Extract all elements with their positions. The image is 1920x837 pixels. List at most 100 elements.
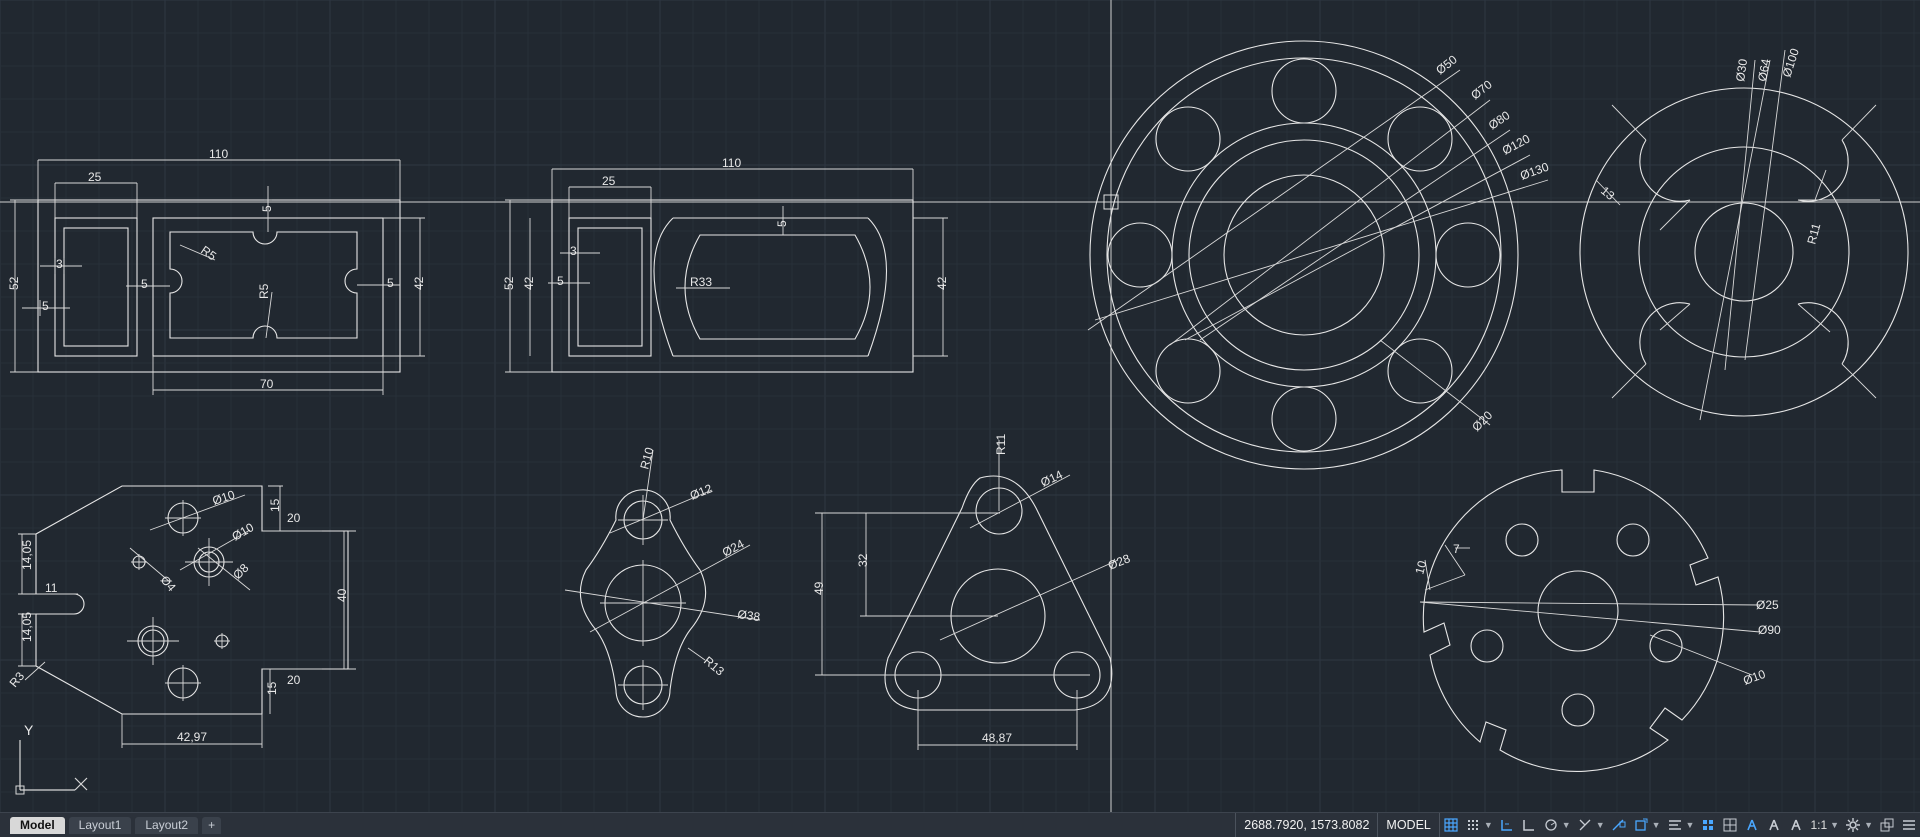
annotation-scale-icon[interactable] — [1764, 816, 1784, 834]
polar-icon[interactable] — [1541, 816, 1561, 834]
dim-label: Ø50 — [1433, 52, 1460, 77]
part-triangle-plate: R11 Ø14 32 49 Ø28 48,87 — [812, 434, 1132, 750]
part-notched-disc: Ø30 Ø64 Ø100 13 R11 — [1579, 46, 1909, 421]
dim-label: R13 — [701, 654, 727, 679]
dim-label: Ø120 — [1500, 131, 1533, 157]
dim-label: R11 — [994, 434, 1008, 455]
snap-icon[interactable] — [1463, 816, 1483, 834]
dim-label: 3 — [56, 257, 63, 271]
isodraft-icon[interactable] — [1575, 816, 1595, 834]
dim-label: Ø90 — [1758, 623, 1781, 637]
tab-layout2[interactable]: Layout2 — [135, 816, 199, 834]
dim-label: 5 — [42, 299, 49, 313]
coordinate-readout[interactable]: 2688.7920, 1573.8082 — [1235, 813, 1377, 837]
dim-label: 20 — [287, 673, 301, 687]
dim-label: R5 — [198, 243, 219, 263]
dim-label: 70 — [260, 377, 274, 391]
workspace-gear-icon[interactable] — [1843, 816, 1863, 834]
dim-label: Ø4 — [158, 573, 179, 595]
dim-label: 11 — [45, 581, 58, 595]
drawing-canvas[interactable]: 110 25 52 5 3 5 R5 5 R5 5 42 70 110 25 5… — [0, 0, 1920, 812]
dim-label: Ø10 — [230, 520, 257, 544]
isolate-icon[interactable] — [1877, 816, 1897, 834]
dim-label: Ø24 — [720, 536, 747, 559]
dim-label: R5 — [257, 283, 271, 299]
dim-label: 52 — [502, 276, 516, 290]
workspace-menu-caret[interactable]: ▼ — [1864, 820, 1873, 830]
dim-label: R33 — [690, 275, 712, 289]
dim-label: 25 — [88, 170, 102, 184]
dim-label: 7 — [1453, 542, 1460, 556]
annotation-visibility-icon[interactable] — [1720, 816, 1740, 834]
dim-label: 5 — [775, 220, 789, 227]
isodraft-menu-caret[interactable]: ▼ — [1596, 820, 1605, 830]
dim-label: 20 — [287, 511, 301, 525]
dim-label: R3 — [7, 669, 28, 690]
dim-label: Ø10 — [1741, 667, 1767, 688]
customize-menu-icon[interactable] — [1899, 816, 1919, 834]
dim-label: Ø80 — [1486, 108, 1513, 132]
snap-menu-caret[interactable]: ▼ — [1484, 820, 1493, 830]
dim-label: 13 — [1598, 184, 1617, 204]
dim-label: 15 — [265, 681, 279, 695]
transparency-icon[interactable] — [1665, 816, 1685, 834]
dim-label: Ø25 — [1756, 598, 1779, 612]
dim-label: 14,05 — [20, 612, 34, 642]
dim-label: R10 — [637, 446, 656, 471]
selection-cycling-icon[interactable] — [1698, 816, 1718, 834]
status-bar: Model Layout1 Layout2 + 2688.7920, 1573.… — [0, 812, 1920, 837]
dim-label: 52 — [7, 276, 21, 290]
dim-label: 5 — [387, 276, 394, 290]
ortho-icon[interactable] — [1519, 816, 1539, 834]
dim-label: 5 — [260, 205, 274, 212]
dim-label: 48,87 — [982, 731, 1012, 745]
polar-menu-caret[interactable]: ▼ — [1562, 820, 1571, 830]
dim-label: 15 — [268, 498, 282, 512]
dim-label: Ø30 — [1733, 58, 1750, 83]
lineweight-menu-caret[interactable]: ▼ — [1652, 820, 1661, 830]
grid-icon[interactable] — [1441, 816, 1461, 834]
dim-label: 110 — [209, 147, 228, 161]
dim-label: 14,05 — [20, 540, 34, 570]
model-space-button[interactable]: MODEL — [1377, 813, 1440, 837]
annotation-monitor-icon[interactable] — [1786, 816, 1806, 834]
annotation-scale-value[interactable]: 1:1 — [1807, 818, 1830, 832]
ucs-icon: Y — [15, 722, 88, 795]
dim-label: R11 — [1804, 221, 1823, 245]
tab-layout1[interactable]: Layout1 — [68, 816, 132, 834]
dim-label: Ø12 — [688, 481, 715, 503]
dim-label: 5 — [557, 274, 564, 288]
layout-tabs: Model Layout1 Layout2 + — [0, 813, 225, 837]
dim-label: Ø100 — [1780, 46, 1802, 79]
dim-label: Ø14 — [1038, 467, 1065, 489]
osnap-icon[interactable] — [1609, 816, 1629, 834]
scale-menu-caret[interactable]: ▼ — [1830, 820, 1839, 830]
dim-label: 42 — [935, 276, 949, 290]
ucs-y-label: Y — [24, 722, 34, 738]
autoscale-icon[interactable] — [1742, 816, 1762, 834]
lineweight-icon[interactable] — [1631, 816, 1651, 834]
dim-label: 3 — [570, 244, 577, 258]
part-flange: Ø50 Ø70 Ø80 Ø120 Ø130 Ø20 — [1087, 40, 1551, 470]
dim-label: 42,97 — [177, 730, 207, 744]
infer-icon[interactable] — [1497, 816, 1517, 834]
dim-label: Ø130 — [1518, 160, 1551, 183]
dim-label: 42 — [412, 276, 426, 290]
add-layout-button[interactable]: + — [202, 816, 222, 834]
part-bracket: Ø10 15 20 Ø10 Ø4 Ø8 14,05 11 14,05 40 R3… — [7, 485, 356, 748]
dim-label: Ø8 — [230, 561, 251, 582]
crosshair-cursor — [0, 0, 1920, 812]
dim-label: Ø28 — [1106, 551, 1133, 573]
dim-label: 5 — [141, 277, 148, 291]
dim-label: Ø10 — [211, 487, 237, 507]
dim-label: Ø38 — [737, 607, 762, 624]
transparency-menu-caret[interactable]: ▼ — [1686, 820, 1695, 830]
tab-model[interactable]: Model — [10, 816, 65, 834]
dim-label: 40 — [335, 588, 349, 602]
dim-label: 25 — [602, 174, 616, 188]
dim-label: 49 — [812, 581, 826, 595]
drawing-grid — [0, 0, 1920, 812]
dim-label: Ø64 — [1755, 57, 1773, 82]
dim-label: 110 — [722, 156, 741, 170]
dim-label: 42 — [522, 276, 536, 290]
